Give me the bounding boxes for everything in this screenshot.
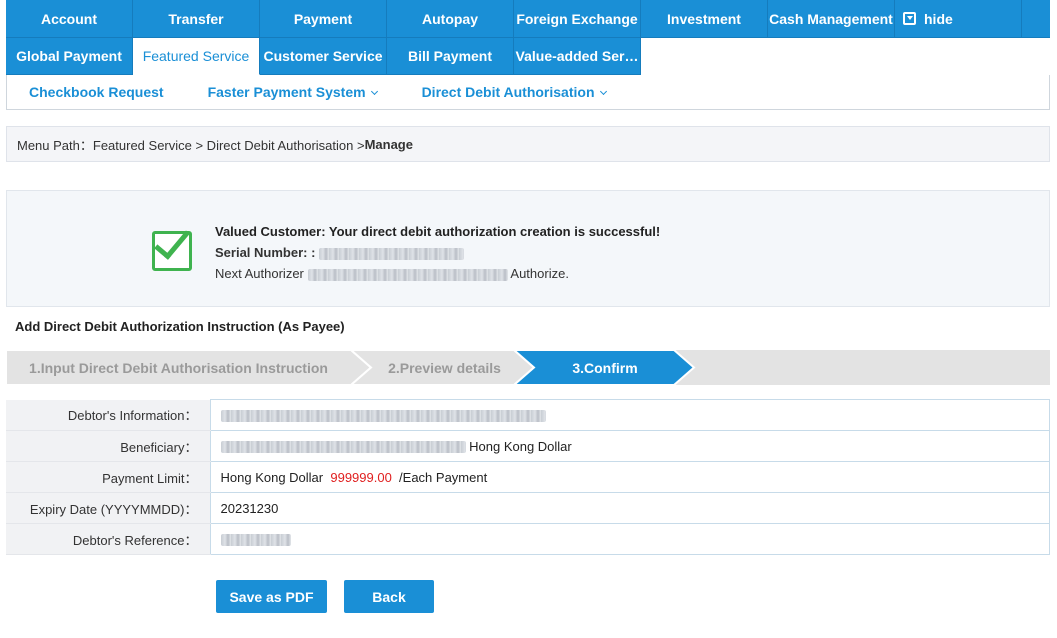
nav-row-1: Account Transfer Payment Autopay Foreign… [6,0,1050,38]
debtor-reference-value [209,523,1050,555]
breadcrumb-current: Manage [364,136,413,152]
step-2: 2.Preview details [351,350,536,385]
nav-tab-bill-payment[interactable]: Bill Payment [387,38,514,75]
nav-tab-autopay[interactable]: Autopay [387,0,514,38]
step-1-label: 1.Input Direct Debit Authorisation Instr… [29,359,328,376]
next-authorizer-line: Next Authorizer Authorize. [215,263,660,284]
hide-menu-button[interactable]: hide [895,0,1022,38]
breadcrumb-path: Menu Path：Featured Service > Direct Debi… [17,137,365,153]
expiry-date-value: 20231230 [209,492,1050,524]
subnav-direct-debit-authorisation[interactable]: Direct Debit Authorisation [421,84,607,100]
debtor-info-redacted [220,410,546,423]
nav-tab-investment[interactable]: Investment [641,0,768,38]
nav-tab-featured-service[interactable]: Featured Service [133,38,260,75]
nav-tab-customer-service[interactable]: Customer Service [260,38,387,75]
beneficiary-currency: Hong Kong Dollar [469,438,572,454]
step-1: 1.Input Direct Debit Authorisation Instr… [6,350,376,385]
nav-row-2: Global Payment Featured Service Customer… [6,38,1050,75]
success-title: Valued Customer: Your direct debit autho… [215,224,661,239]
nav-tab-cash-management[interactable]: Cash Management [768,0,895,38]
details-table: Debtor's Information： Beneficiary： Hong … [6,399,1050,555]
table-row: Beneficiary： Hong Kong Dollar [6,430,1050,462]
step-3-label: 3.Confirm [572,359,638,376]
serial-number-redacted [319,247,465,260]
nav-filler [641,38,1050,75]
table-row: Payment Limit： Hong Kong Dollar 999999.0… [6,461,1050,493]
collapse-icon [903,12,916,25]
table-row: Debtor's Information： [6,399,1050,431]
nav-tab-value-added-services[interactable]: Value-added Ser… [514,38,641,75]
serial-number-label: Serial Number: [215,245,308,260]
subnav-checkbook-request[interactable]: Checkbook Request [29,84,164,100]
subnav-faster-payment-system[interactable]: Faster Payment System [207,84,378,100]
nav-tab-foreign-exchange[interactable]: Foreign Exchange [514,0,641,38]
debtor-info-value [209,399,1050,431]
save-as-pdf-button[interactable]: Save as PDF [216,580,327,613]
payment-limit-suffix: /Each Payment [399,469,488,485]
nav-tab-global-payment[interactable]: Global Payment [6,38,133,75]
table-row: Debtor's Reference： [6,523,1050,555]
nav-filler [1022,0,1050,38]
subnav-label: Faster Payment System [207,84,366,100]
beneficiary-label: Beneficiary： [6,430,210,462]
next-authorizer-redacted [307,268,508,281]
step-2-label: 2.Preview details [388,359,501,376]
beneficiary-value: Hong Kong Dollar [209,430,1050,462]
progress-steps: 1.Input Direct Debit Authorisation Instr… [6,350,1050,385]
step-3: 3.Confirm [514,350,696,385]
payment-limit-currency: Hong Kong Dollar [220,469,324,485]
subnav-label: Direct Debit Authorisation [421,84,595,100]
chevron-down-icon [370,87,378,96]
success-message: Valued Customer: Your direct debit autho… [215,221,660,284]
section-title: Add Direct Debit Authorization Instructi… [15,319,345,334]
back-button[interactable]: Back [344,580,434,613]
sub-navigation: Checkbook Request Faster Payment System … [6,75,1050,110]
table-row: Expiry Date (YYYYMMDD)： 20231230 [6,492,1050,524]
expiry-date-label: Expiry Date (YYYYMMDD)： [6,492,210,524]
main-navigation: Account Transfer Payment Autopay Foreign… [6,0,1050,75]
beneficiary-redacted [220,441,466,454]
next-authorizer-label: Next Authorizer [215,266,304,281]
payment-limit-amount: 999999.00 [330,469,392,485]
chevron-down-icon [599,87,607,96]
nav-tab-payment[interactable]: Payment [260,0,387,38]
debtor-reference-label: Debtor's Reference： [6,523,210,555]
success-check-icon [152,222,192,271]
payment-limit-value: Hong Kong Dollar 999999.00 /Each Payment [209,461,1050,493]
debtor-reference-redacted [220,534,291,547]
checkmark-shape [154,222,190,260]
nav-tab-account[interactable]: Account [6,0,133,38]
debtor-info-label: Debtor's Information： [6,399,210,431]
nav-tab-transfer[interactable]: Transfer [133,0,260,38]
serial-number-separator: : [311,245,316,260]
hide-label: hide [924,10,953,27]
serial-number-line: Serial Number: : [215,242,660,263]
authorize-label: Authorize. [510,266,569,281]
payment-limit-label: Payment Limit： [6,461,210,493]
success-panel: Valued Customer: Your direct debit autho… [6,190,1050,307]
breadcrumb: Menu Path：Featured Service > Direct Debi… [6,126,1050,162]
